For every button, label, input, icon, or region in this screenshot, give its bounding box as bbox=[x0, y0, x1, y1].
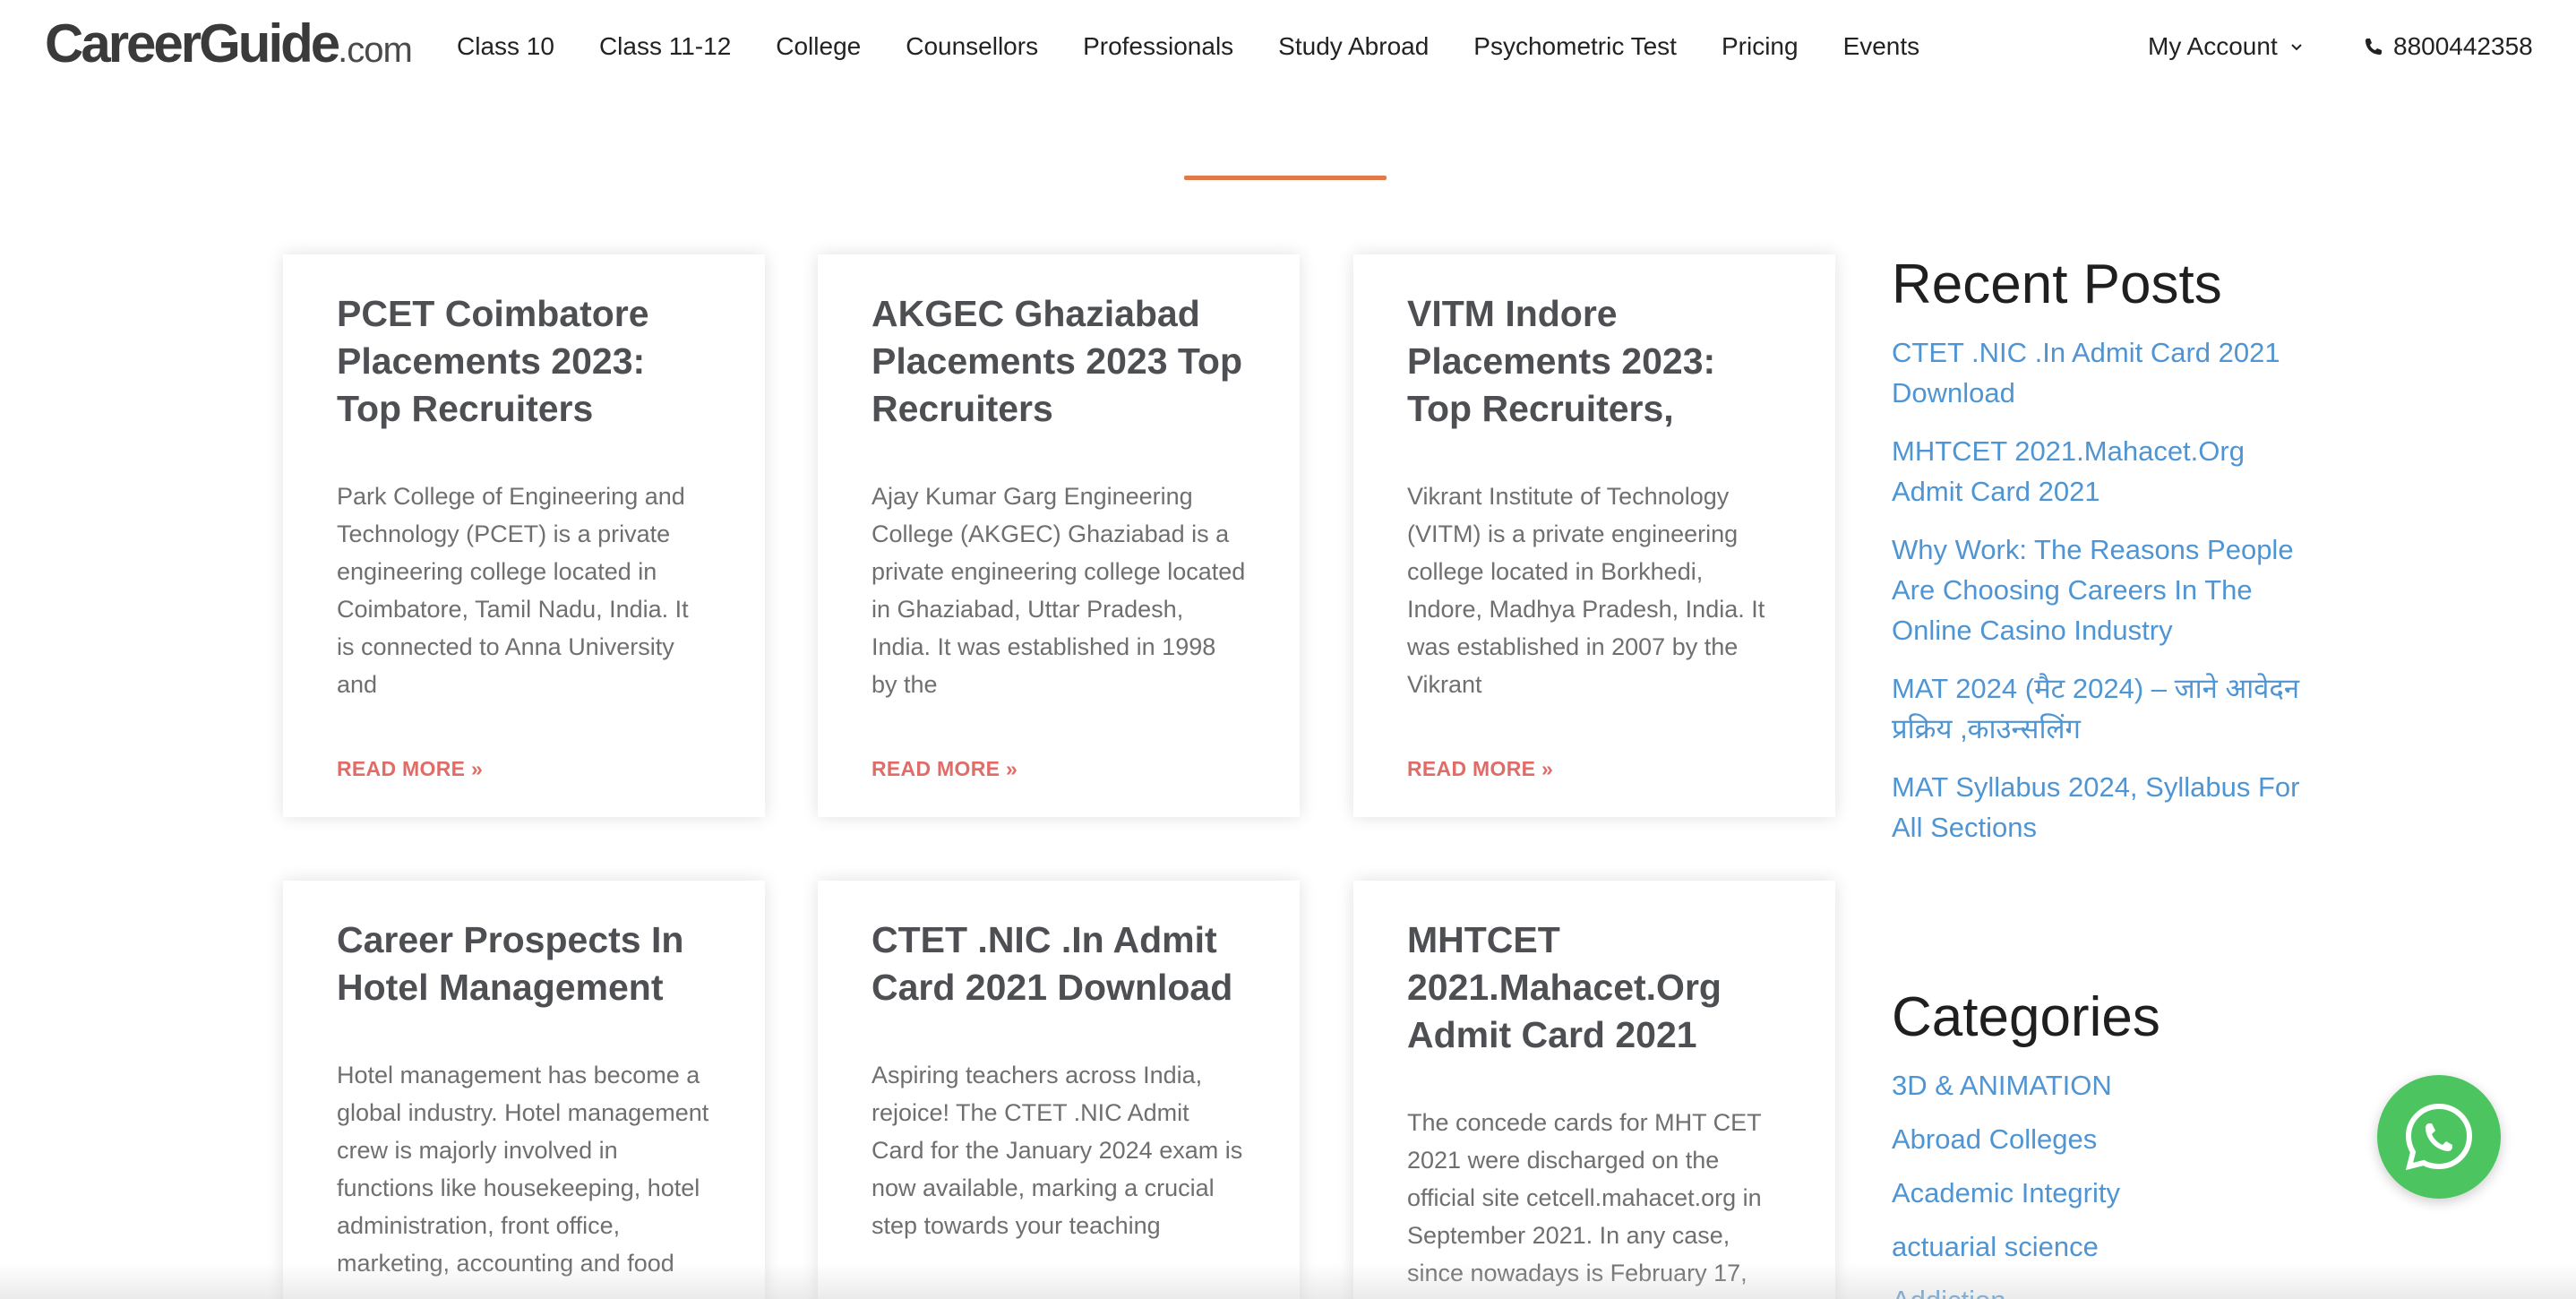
recent-post-link[interactable]: MHTCET 2021.Mahacet.Org Admit Card 2021 bbox=[1892, 431, 2313, 512]
nav-professionals[interactable]: Professionals bbox=[1083, 32, 1233, 61]
recent-post-link[interactable]: MAT 2024 (मैट 2024) – जाने आवेदन प्रक्रि… bbox=[1892, 668, 2313, 749]
site-logo[interactable]: CareerGuide .com bbox=[45, 13, 413, 73]
chevron-down-icon bbox=[2291, 44, 2302, 51]
post-card[interactable]: AKGEC Ghaziabad Placements 2023 Top Recr… bbox=[818, 254, 1300, 817]
phone-number: 8800442358 bbox=[2393, 32, 2533, 60]
category-link[interactable]: Abroad Colleges bbox=[1892, 1119, 2313, 1159]
categories-widget: Categories 3D & ANIMATION Abroad College… bbox=[1892, 985, 2313, 1299]
post-title[interactable]: PCET Coimbatore Placements 2023: Top Rec… bbox=[337, 290, 711, 433]
post-card[interactable]: MHTCET 2021.Mahacet.Org Admit Card 2021 … bbox=[1353, 881, 1835, 1299]
post-card[interactable]: CTET .NIC .In Admit Card 2021 Download A… bbox=[818, 881, 1300, 1299]
my-account-menu[interactable]: My Account bbox=[2148, 32, 2303, 61]
post-title[interactable]: AKGEC Ghaziabad Placements 2023 Top Recr… bbox=[872, 290, 1246, 433]
main-nav: Class 10 Class 11-12 College Counsellors… bbox=[457, 32, 1964, 61]
section-divider bbox=[1184, 176, 1387, 180]
post-title[interactable]: CTET .NIC .In Admit Card 2021 Download bbox=[872, 916, 1246, 1011]
post-title[interactable]: VITM Indore Placements 2023: Top Recruit… bbox=[1407, 290, 1782, 433]
post-excerpt: The concede cards for MHT CET 2021 were … bbox=[1407, 1109, 1762, 1286]
read-more-link[interactable]: READ MORE » bbox=[337, 757, 483, 781]
recent-post-link[interactable]: CTET .NIC .In Admit Card 2021 Download bbox=[1892, 332, 2313, 413]
logo-tld: .com bbox=[338, 30, 413, 70]
nav-study-abroad[interactable]: Study Abroad bbox=[1278, 32, 1429, 61]
category-link[interactable]: Academic Integrity bbox=[1892, 1173, 2313, 1213]
recent-post-link[interactable]: Why Work: The Reasons People Are Choosin… bbox=[1892, 529, 2313, 650]
post-excerpt: Hotel management has become a global ind… bbox=[337, 1062, 709, 1277]
read-more-link[interactable]: READ MORE » bbox=[872, 757, 1018, 781]
nav-psychometric-test[interactable]: Psychometric Test bbox=[1473, 32, 1677, 61]
nav-counsellors[interactable]: Counsellors bbox=[906, 32, 1038, 61]
post-title[interactable]: Career Prospects In Hotel Management bbox=[337, 916, 711, 1011]
whatsapp-icon bbox=[2405, 1103, 2473, 1171]
phone-icon bbox=[2366, 39, 2382, 55]
post-card[interactable]: Career Prospects In Hotel Management Hot… bbox=[283, 881, 765, 1299]
post-excerpt: Ajay Kumar Garg Engineering College (AKG… bbox=[872, 483, 1246, 698]
read-more-link[interactable]: READ MORE » bbox=[1407, 757, 1553, 781]
post-excerpt: Park College of Engineering and Technolo… bbox=[337, 483, 689, 698]
nav-pricing[interactable]: Pricing bbox=[1722, 32, 1799, 61]
nav-class-11-12[interactable]: Class 11-12 bbox=[599, 32, 731, 61]
whatsapp-chat-button[interactable] bbox=[2377, 1075, 2501, 1199]
recent-post-link[interactable]: MAT Syllabus 2024, Syllabus For All Sect… bbox=[1892, 767, 2313, 847]
logo-text: CareerGuide bbox=[45, 13, 340, 73]
post-card[interactable]: VITM Indore Placements 2023: Top Recruit… bbox=[1353, 254, 1835, 817]
category-link[interactable]: 3D & ANIMATION bbox=[1892, 1065, 2313, 1105]
page: CareerGuide .com Class 10 Class 11-12 Co… bbox=[0, 0, 2576, 1299]
nav-college[interactable]: College bbox=[776, 32, 861, 61]
post-excerpt: Aspiring teachers across India, rejoice!… bbox=[872, 1062, 1243, 1239]
categories-heading: Categories bbox=[1892, 986, 2160, 1048]
nav-events[interactable]: Events bbox=[1843, 32, 1920, 61]
post-card[interactable]: PCET Coimbatore Placements 2023: Top Rec… bbox=[283, 254, 765, 817]
site-header: CareerGuide .com Class 10 Class 11-12 Co… bbox=[0, 0, 2576, 106]
recent-posts-widget: Recent Posts CTET .NIC .In Admit Card 20… bbox=[1892, 253, 2313, 865]
category-link[interactable]: Addiction bbox=[1892, 1280, 2313, 1299]
phone-link[interactable]: 8800442358 bbox=[2363, 32, 2533, 61]
my-account-label: My Account bbox=[2148, 32, 2278, 60]
post-excerpt: Vikrant Institute of Technology (VITM) i… bbox=[1407, 483, 1765, 698]
post-title[interactable]: MHTCET 2021.Mahacet.Org Admit Card 2021 bbox=[1407, 916, 1782, 1059]
nav-class-10[interactable]: Class 10 bbox=[457, 32, 554, 61]
category-link[interactable]: actuarial science bbox=[1892, 1226, 2313, 1267]
recent-posts-heading: Recent Posts bbox=[1892, 254, 2222, 315]
